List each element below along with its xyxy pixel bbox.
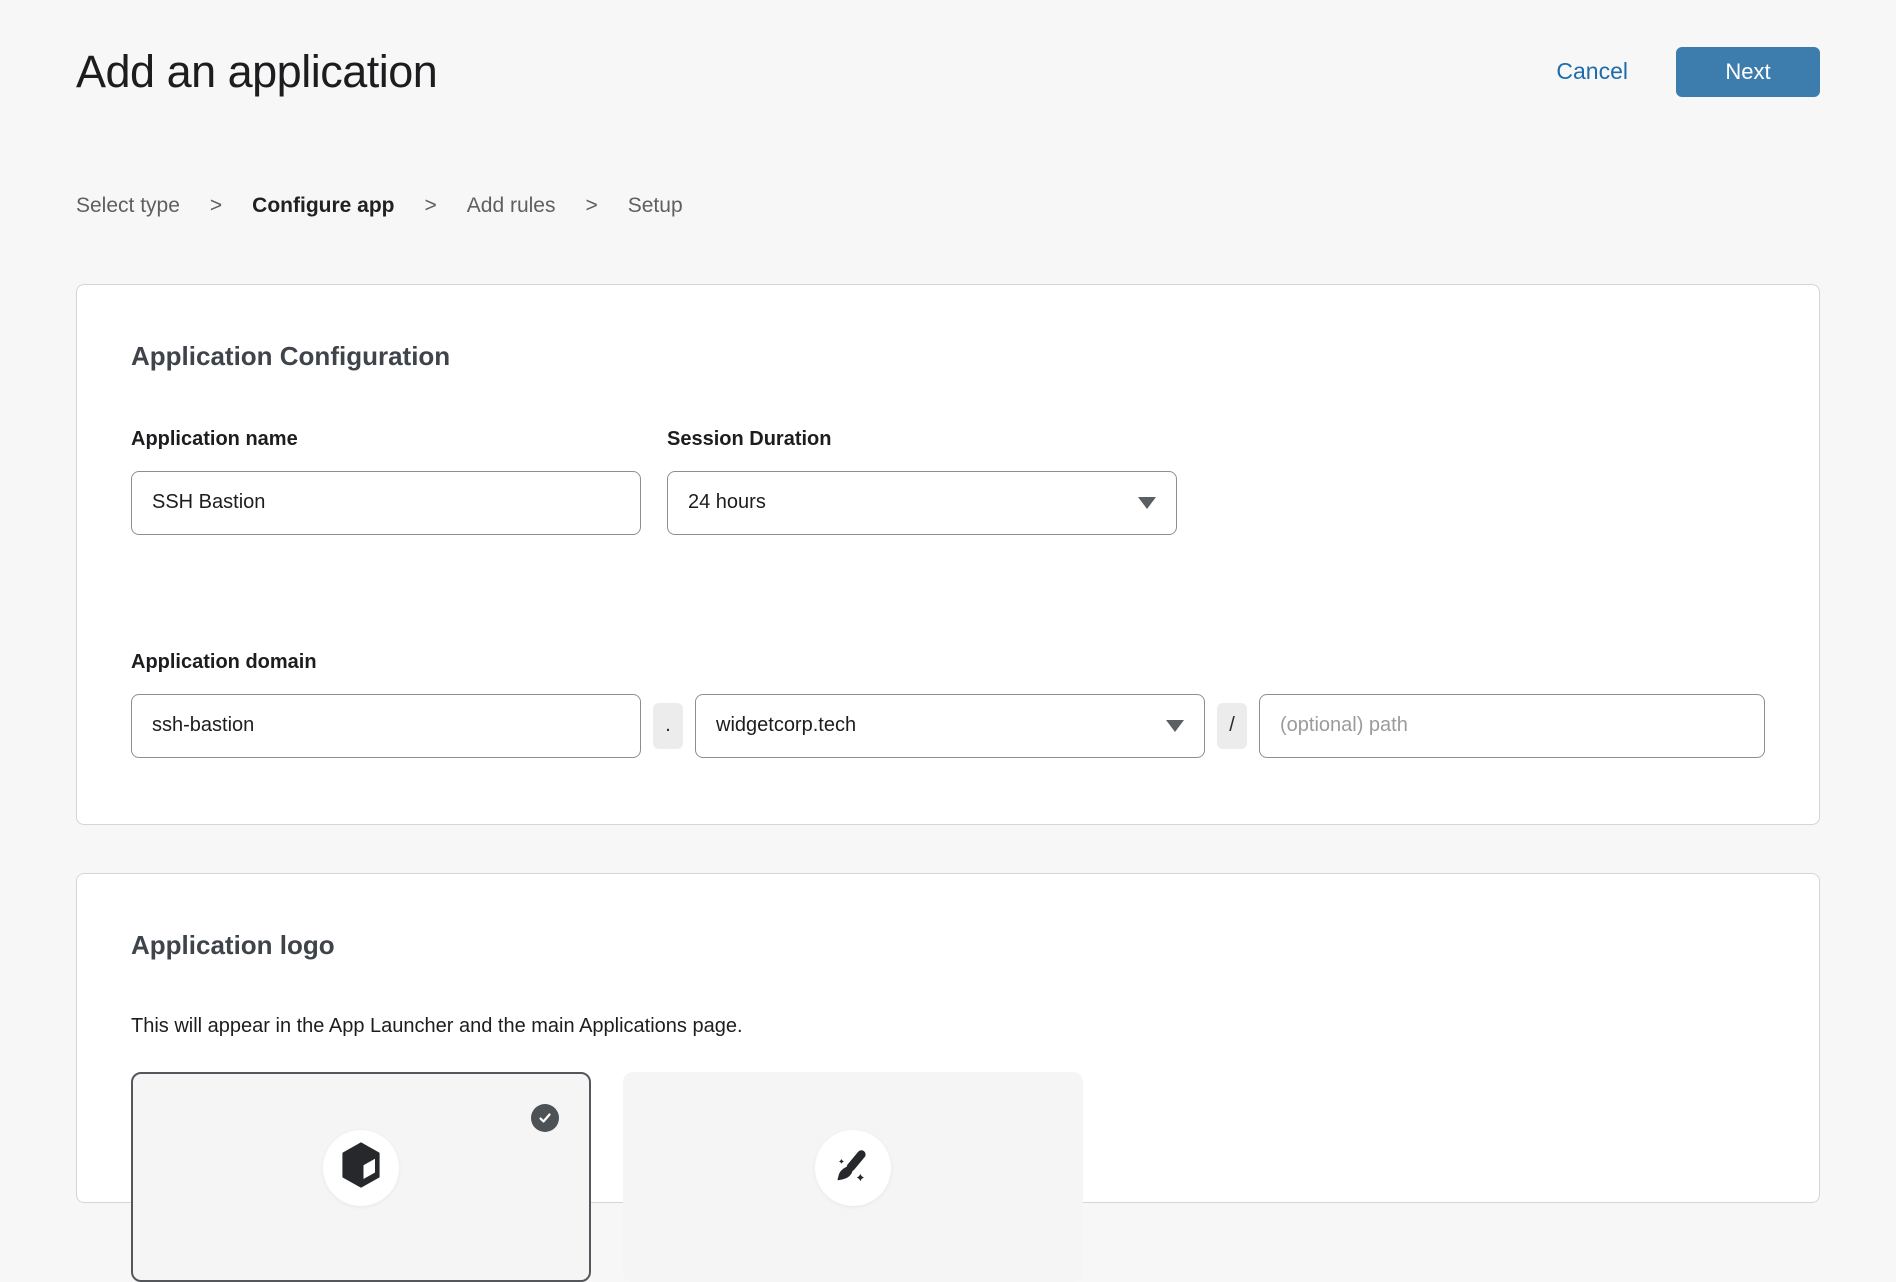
dot-separator: . (653, 703, 683, 749)
subdomain-input[interactable] (131, 694, 641, 758)
next-button[interactable]: Next (1676, 47, 1820, 97)
path-input[interactable] (1259, 694, 1765, 758)
breadcrumb-step-configure-app[interactable]: Configure app (252, 194, 394, 218)
cube-icon (338, 1141, 384, 1196)
add-application-page: Add an application Cancel Next Select ty… (0, 0, 1896, 1203)
slash-separator: / (1217, 703, 1247, 749)
breadcrumb-separator: > (210, 194, 222, 218)
application-name-input[interactable] (131, 471, 641, 535)
breadcrumb-step-add-rules[interactable]: Add rules (467, 194, 556, 218)
chevron-down-icon (1138, 497, 1156, 509)
breadcrumb-separator: > (585, 194, 597, 218)
logo-option-default[interactable] (131, 1072, 591, 1282)
name-duration-row: Application name Session Duration 24 hou… (131, 428, 1765, 535)
application-domain-label: Application domain (131, 651, 1765, 674)
application-logo-card: Application logo This will appear in the… (76, 873, 1820, 1203)
logo-option-custom[interactable] (623, 1072, 1083, 1282)
chevron-down-icon (1166, 720, 1184, 732)
application-name-label: Application name (131, 428, 641, 451)
breadcrumb-step-setup[interactable]: Setup (628, 194, 683, 218)
session-duration-label: Session Duration (667, 428, 1177, 451)
session-duration-field-group: Session Duration 24 hours (667, 428, 1177, 535)
custom-logo-circle (815, 1130, 891, 1206)
domain-select-value: widgetcorp.tech (716, 714, 856, 737)
page-header: Add an application Cancel Next (76, 0, 1820, 98)
header-actions: Cancel Next (1550, 47, 1820, 97)
breadcrumb: Select type > Configure app > Add rules … (76, 194, 1820, 218)
application-domain-row: . widgetcorp.tech / (131, 694, 1765, 758)
page-title: Add an application (76, 46, 437, 98)
configuration-heading: Application Configuration (131, 341, 1765, 372)
session-duration-value: 24 hours (688, 491, 766, 514)
breadcrumb-separator: > (425, 194, 437, 218)
selected-check-icon (531, 1104, 559, 1132)
domain-select[interactable]: widgetcorp.tech (695, 694, 1205, 758)
logo-options (131, 1072, 1765, 1282)
application-configuration-card: Application Configuration Application na… (76, 284, 1820, 825)
breadcrumb-step-select-type[interactable]: Select type (76, 194, 180, 218)
paintbrush-icon (832, 1145, 874, 1192)
session-duration-select[interactable]: 24 hours (667, 471, 1177, 535)
default-logo-circle (323, 1130, 399, 1206)
application-logo-heading: Application logo (131, 930, 1765, 961)
application-name-field-group: Application name (131, 428, 641, 535)
application-logo-description: This will appear in the App Launcher and… (131, 1015, 1765, 1038)
cancel-button[interactable]: Cancel (1550, 57, 1634, 86)
